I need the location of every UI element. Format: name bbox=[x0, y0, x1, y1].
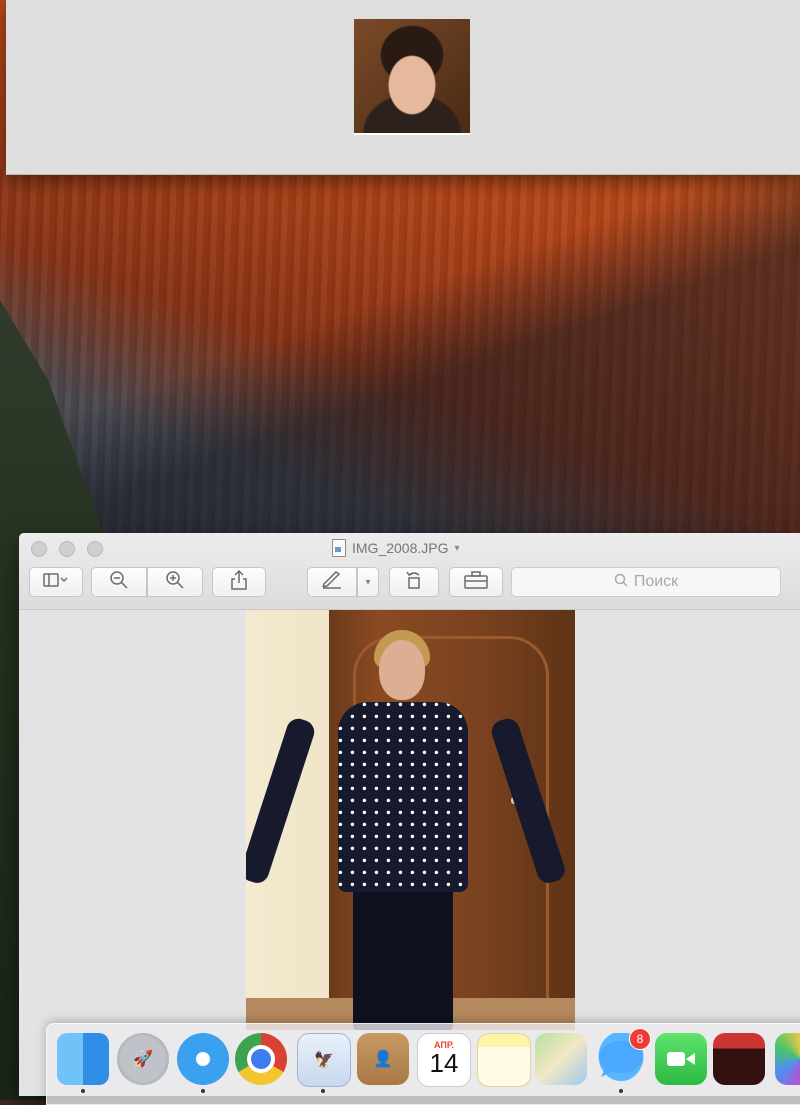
calendar-icon[interactable]: АПР. 14 bbox=[417, 1033, 471, 1087]
chevron-down-icon: ▾ bbox=[454, 542, 460, 554]
contacts-icon[interactable]: 👤 bbox=[357, 1033, 409, 1085]
toolbox-button[interactable] bbox=[449, 567, 503, 597]
running-indicator bbox=[201, 1089, 205, 1093]
zoom-in-button[interactable] bbox=[147, 567, 203, 597]
maps-icon[interactable] bbox=[535, 1033, 587, 1085]
safari-icon[interactable] bbox=[177, 1033, 229, 1085]
search-placeholder: Поиск bbox=[633, 573, 679, 590]
window-title-text: IMG_2008.JPG bbox=[352, 540, 449, 556]
running-indicator bbox=[619, 1089, 623, 1093]
rotate-icon bbox=[403, 570, 425, 595]
facetime-icon[interactable] bbox=[655, 1033, 707, 1085]
search-icon bbox=[614, 573, 628, 592]
window-title[interactable]: IMG_2008.JPG ▾ bbox=[332, 539, 460, 557]
chevron-down-icon: ▾ bbox=[365, 576, 371, 588]
markup-button[interactable] bbox=[307, 567, 357, 597]
markup-menu-button[interactable]: ▾ bbox=[357, 567, 379, 597]
photo-booth-icon[interactable] bbox=[713, 1033, 765, 1085]
zoom-out-icon bbox=[109, 570, 129, 595]
photo-person bbox=[338, 702, 468, 892]
calendar-day: 14 bbox=[429, 1048, 459, 1078]
messages-badge: 8 bbox=[629, 1028, 651, 1050]
portrait-thumbnail[interactable] bbox=[354, 19, 470, 135]
minimize-button[interactable] bbox=[59, 541, 75, 557]
preview-titlebar: IMG_2008.JPG ▾ ▾ Поиск bbox=[19, 533, 800, 610]
photo-viewer-window bbox=[6, 0, 800, 175]
toolbox-icon bbox=[464, 570, 488, 594]
running-indicator bbox=[321, 1089, 325, 1093]
displayed-photo[interactable] bbox=[246, 610, 575, 1030]
close-button[interactable] bbox=[31, 541, 47, 557]
share-icon bbox=[230, 569, 248, 595]
rotate-button[interactable] bbox=[389, 567, 439, 597]
markup-pen-icon bbox=[321, 570, 343, 594]
share-button[interactable] bbox=[212, 567, 266, 597]
chrome-icon[interactable] bbox=[235, 1033, 287, 1085]
zoom-button[interactable] bbox=[87, 541, 103, 557]
wallpaper-shadow bbox=[0, 170, 800, 550]
document-icon bbox=[332, 539, 346, 557]
dock: 🚀 🦅 👤 АПР. 14 8 bbox=[46, 1023, 800, 1105]
notes-icon[interactable] bbox=[477, 1033, 531, 1087]
sidebar-icon bbox=[43, 572, 69, 592]
zoom-out-button[interactable] bbox=[91, 567, 147, 597]
sidebar-toggle-button[interactable] bbox=[29, 567, 83, 597]
preview-window: IMG_2008.JPG ▾ ▾ Поиск bbox=[19, 533, 800, 1096]
finder-icon[interactable] bbox=[57, 1033, 109, 1085]
photos-icon[interactable] bbox=[775, 1033, 800, 1085]
launchpad-icon[interactable]: 🚀 bbox=[117, 1033, 169, 1085]
search-field[interactable]: Поиск bbox=[511, 567, 781, 597]
zoom-in-icon bbox=[165, 570, 185, 595]
running-indicator bbox=[81, 1089, 85, 1093]
mail-icon[interactable]: 🦅 bbox=[297, 1033, 351, 1087]
